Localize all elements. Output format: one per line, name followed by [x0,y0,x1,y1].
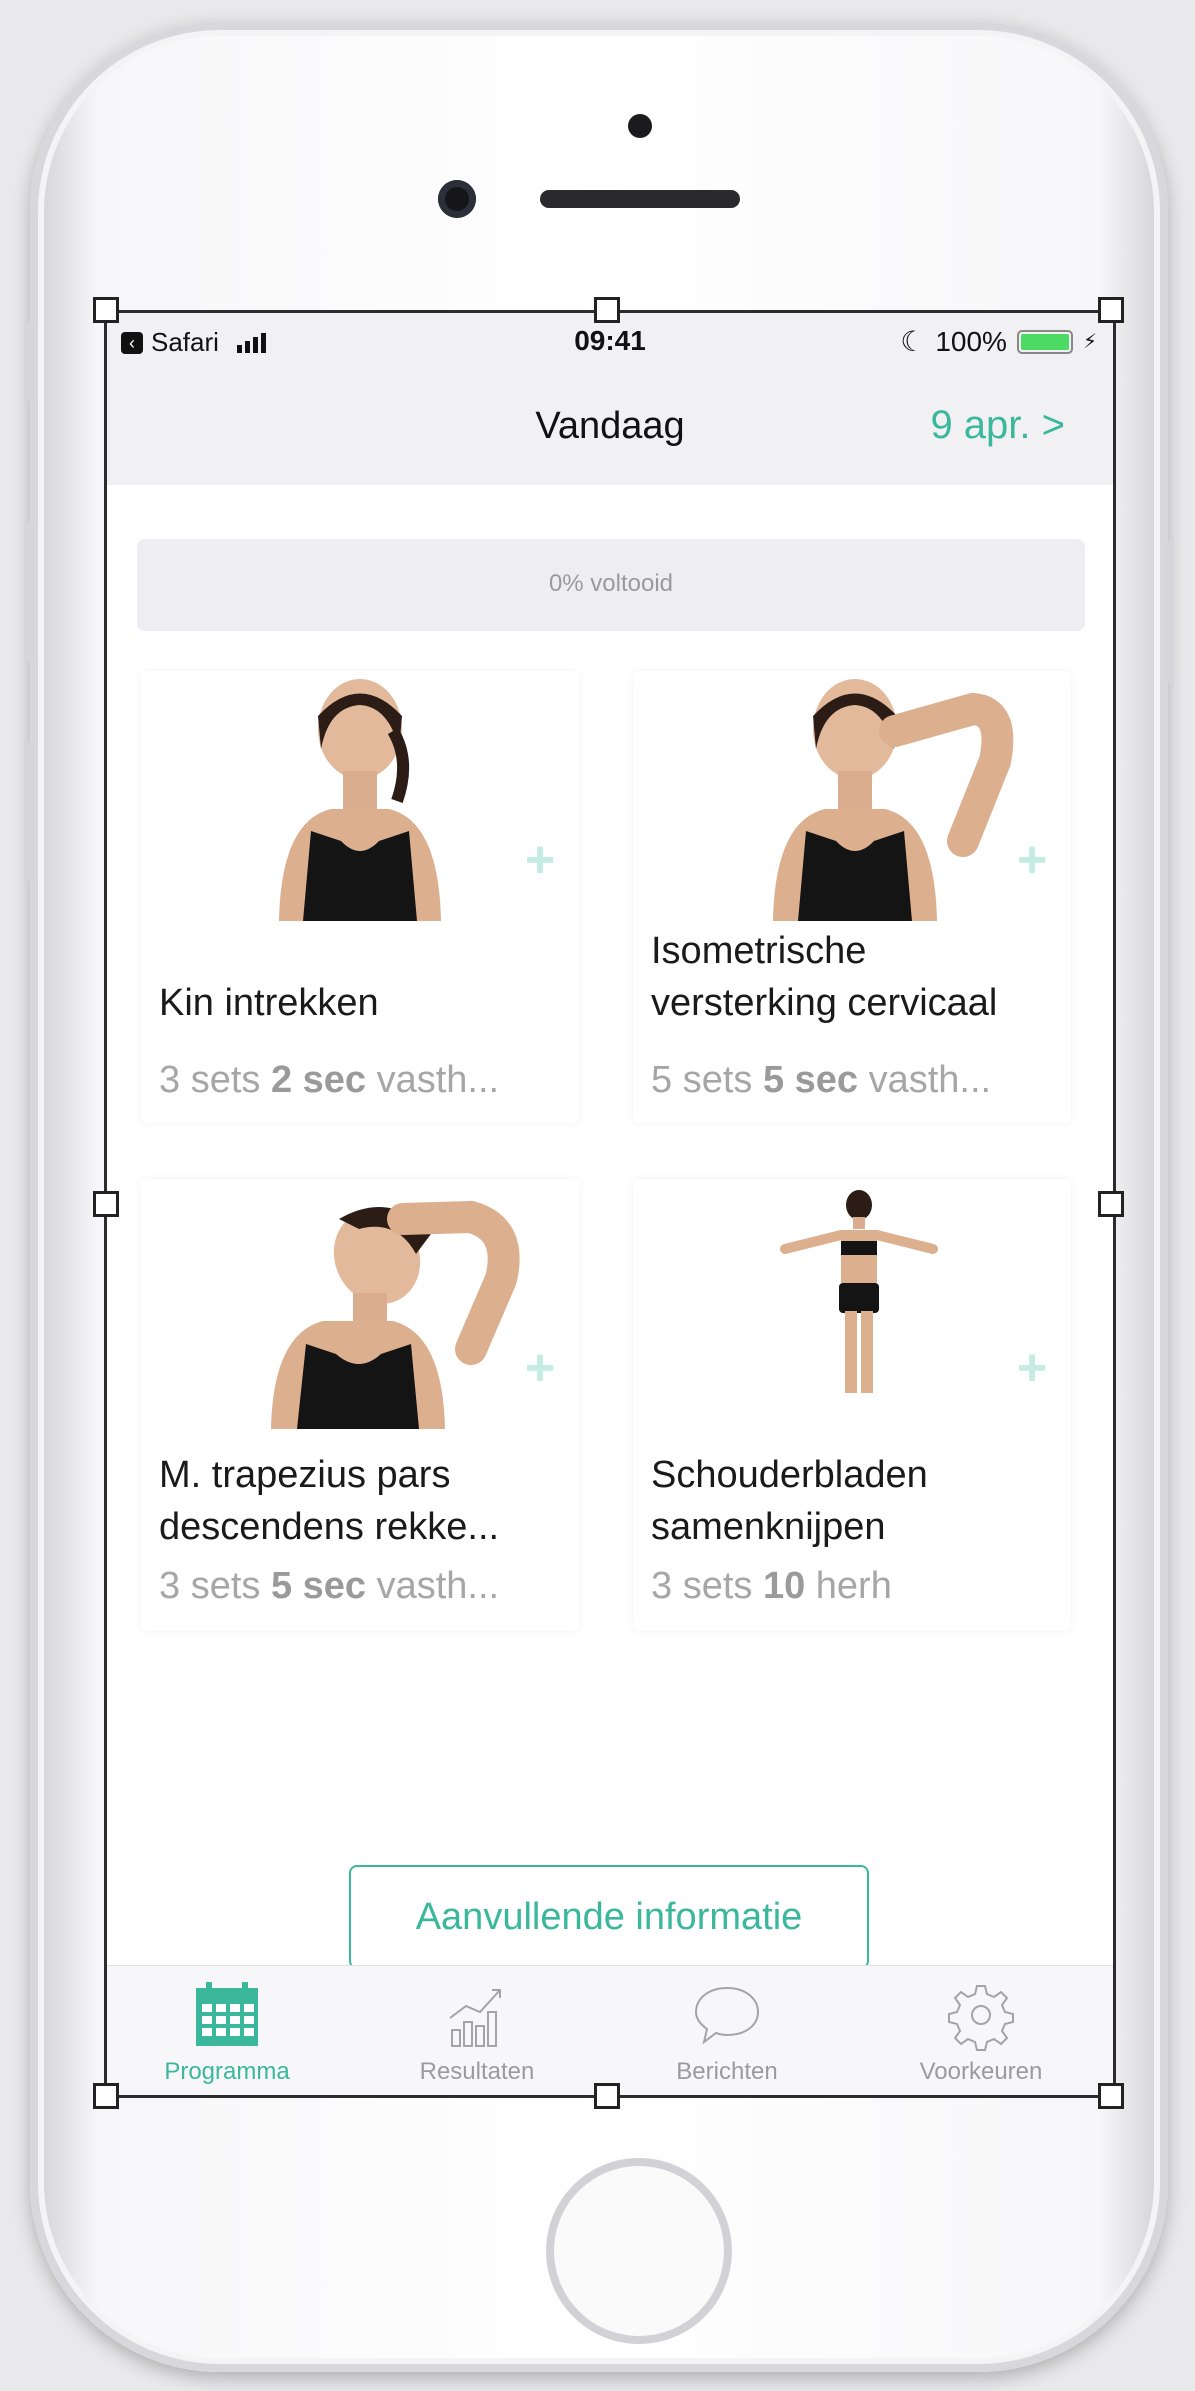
exercise-card[interactable]: + Kin intrekken 3 sets 2 sec vasth... [141,671,579,1123]
exercise-card[interactable]: + M. trapezius pars descendens rekke... … [141,1179,579,1631]
battery-percent: 100% [935,325,1007,357]
exercise-meta: 3 sets 5 sec vasth... [159,1565,500,1607]
exercise-meta: 3 sets 2 sec vasth... [159,1059,500,1101]
navigation-bar: Vandaag 9 apr. > [107,369,1113,486]
selection-handle[interactable] [1098,1191,1124,1217]
tab-berichten[interactable]: Berichten [627,1978,827,2086]
tab-label: Programma [164,2058,290,2085]
selection-handle[interactable] [93,1191,119,1217]
add-icon[interactable]: + [521,834,559,886]
exercise-name: Kin intrekken [159,982,379,1024]
mute-switch [26,322,34,402]
earpiece-speaker [540,190,740,208]
add-icon[interactable]: + [1013,834,1051,886]
exercise-name: Isometrische versterking cervicaal [651,930,998,1024]
exercise-meta: 5 sets 5 sec vasth... [651,1059,992,1101]
exercise-card[interactable]: + Schouderbladen samenknijpen 3 sets 10 … [633,1179,1071,1631]
app-screen: ‹ Safari 09:41 ☾ 100% ⚡ Vandaag 9 apr. >… [104,310,1116,2098]
tab-bar: Programma Resultaten Berichten Voorkeure… [107,1965,1113,2095]
exercise-name: M. trapezius pars descendens rekke... [159,1454,500,1548]
gear-icon [948,1985,1014,2051]
tab-label: Voorkeuren [919,2058,1043,2085]
moon-icon: ☾ [900,326,926,357]
selection-handle[interactable] [594,2083,620,2109]
status-right: ☾ 100% ⚡ [900,325,1097,358]
exercise-name: Schouderbladen samenknijpen [651,1454,928,1548]
next-date-link[interactable]: 9 apr. > [930,403,1065,448]
selection-handle[interactable] [1098,2083,1124,2109]
progress-label: 0% voltooid [548,570,674,597]
selection-handle[interactable] [1098,297,1124,323]
add-icon[interactable]: + [1013,1342,1051,1394]
progress-bar: 0% voltooid [137,539,1085,631]
additional-info-button[interactable]: Aanvullende informatie [349,1865,869,1969]
proximity-sensor [628,114,652,138]
selection-handle[interactable] [594,297,620,323]
tab-programma[interactable]: Programma [127,1978,327,2086]
volume-up-button [26,522,34,662]
tab-label: Berichten [676,2058,778,2085]
selection-handle[interactable] [93,2083,119,2109]
battery-icon [1016,329,1073,354]
chart-icon [449,1989,501,2047]
calendar-icon [196,1982,258,2046]
exercise-image [633,671,1071,941]
tab-label: Resultaten [419,2058,535,2085]
exercise-meta: 3 sets 10 herh [651,1565,892,1607]
tab-voorkeuren[interactable]: Voorkeuren [881,1978,1081,2086]
charging-icon: ⚡ [1082,331,1097,353]
add-icon[interactable]: + [521,1342,559,1394]
volume-down-button [26,742,34,882]
power-button [1164,542,1172,682]
selection-handle[interactable] [93,297,119,323]
front-camera [438,180,476,218]
program-content: 0% voltooid + Kin intrekken 3 sets 2 sec… [107,485,1113,1969]
exercise-image [141,671,579,941]
tab-resultaten[interactable]: Resultaten [377,1978,577,2086]
home-button[interactable] [546,2158,732,2344]
exercise-image [141,1179,579,1449]
chat-bubble-icon [694,1986,760,2045]
exercise-image [633,1179,1071,1449]
exercise-card[interactable]: + Isometrische versterking cervicaal 5 s… [633,671,1071,1123]
